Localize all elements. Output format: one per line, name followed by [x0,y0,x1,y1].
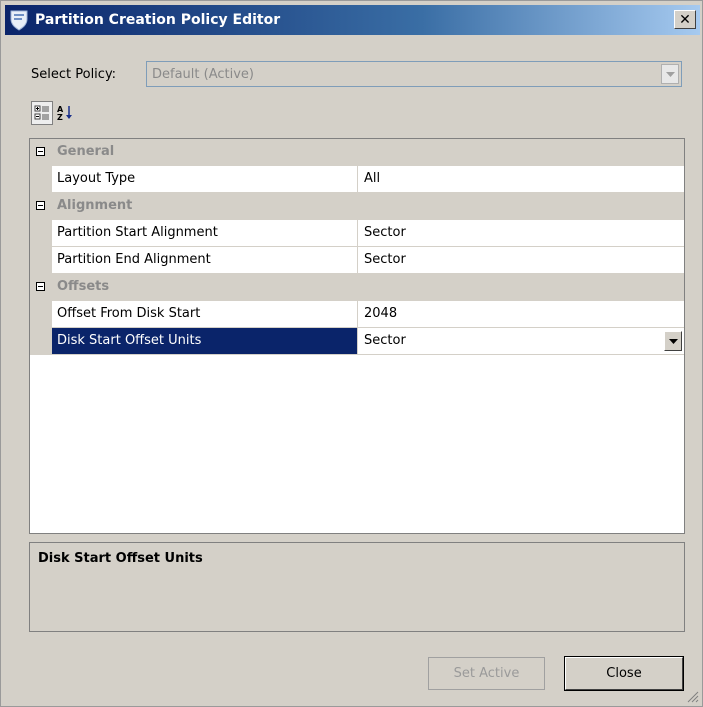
collapse-icon[interactable] [36,147,45,156]
chevron-down-icon[interactable] [661,64,679,84]
property-row-layout-type[interactable]: Layout Type All [30,166,684,193]
row-margin [30,166,52,192]
categorized-view-icon [34,105,49,120]
svg-text:Z: Z [57,113,63,122]
property-name: Partition Start Alignment [52,220,358,246]
close-icon: ✕ [679,11,691,28]
policy-select-value: Default (Active) [152,67,254,82]
sort-alphabetical-icon: A Z [57,105,72,122]
property-row-partition-end-alignment[interactable]: Partition End Alignment Sector [30,247,684,274]
close-window-button[interactable]: ✕ [674,10,696,29]
property-value[interactable]: Sector [358,220,684,246]
category-row-offsets[interactable]: Offsets [30,274,684,301]
row-margin [30,328,52,354]
chevron-down-icon[interactable] [664,331,682,351]
property-value[interactable]: 2048 [358,301,684,327]
dialog-window: Partition Creation Policy Editor ✕ Selec… [0,0,703,707]
collapse-icon[interactable] [36,282,45,291]
shield-icon [10,10,28,31]
category-row-alignment[interactable]: Alignment [30,193,684,220]
property-row-partition-start-alignment[interactable]: Partition Start Alignment Sector [30,220,684,247]
description-title: Disk Start Offset Units [38,551,203,566]
property-row-disk-start-offset-units[interactable]: Disk Start Offset Units Sector [30,328,684,355]
select-policy-label: Select Policy: [31,67,117,82]
row-margin [30,220,52,246]
resize-grip-icon[interactable] [685,689,699,703]
policy-select[interactable]: Default (Active) [146,61,682,87]
window-title: Partition Creation Policy Editor [35,12,281,28]
set-active-button[interactable]: Set Active [428,657,545,690]
property-value: Sector [364,333,406,348]
row-margin [30,247,52,273]
property-name: Layout Type [52,166,358,192]
categorized-view-button[interactable] [31,101,53,125]
description-panel: Disk Start Offset Units [29,542,685,632]
category-row-general[interactable]: General [30,139,684,166]
property-row-offset-from-disk-start[interactable]: Offset From Disk Start 2048 [30,301,684,328]
title-bar[interactable]: Partition Creation Policy Editor ✕ [5,5,700,35]
property-name: Disk Start Offset Units [52,328,358,354]
collapse-icon[interactable] [36,201,45,210]
property-value[interactable]: All [358,166,684,192]
category-label: Offsets [57,279,110,294]
row-margin [30,301,52,327]
property-value[interactable]: Sector [358,247,684,273]
close-button[interactable]: Close [564,656,684,691]
property-grid[interactable]: General Layout Type All Alignment Partit… [29,138,685,534]
property-value-dropdown[interactable]: Sector [358,328,684,354]
property-name: Offset From Disk Start [52,301,358,327]
category-label: Alignment [57,198,133,213]
alphabetical-sort-button[interactable]: A Z [54,101,76,125]
category-label: General [57,144,115,159]
property-name: Partition End Alignment [52,247,358,273]
